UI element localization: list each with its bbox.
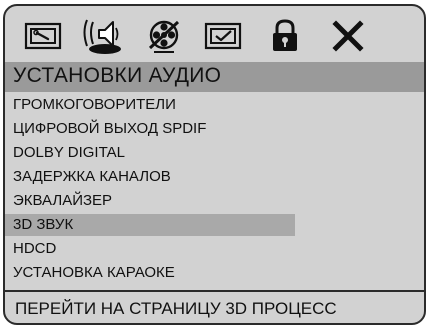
menu-item-equalizer[interactable]: ЭКВАЛАЙЗЕР bbox=[5, 190, 295, 212]
menu-item-dolby-digital[interactable]: DOLBY DIGITAL bbox=[5, 142, 295, 164]
menu-item-karaoke-setup[interactable]: УСТАНОВКА КАРАОКЕ bbox=[5, 262, 295, 284]
toolbar bbox=[5, 6, 424, 64]
status-hint: ПЕРЕЙТИ НА СТРАНИЦУ 3D ПРОЦЕСС bbox=[15, 299, 337, 318]
video-setup-icon[interactable] bbox=[139, 16, 189, 56]
page-title-bar: УСТАНОВКИ АУДИО bbox=[5, 62, 424, 92]
setup-menu-window: УСТАНОВКИ АУДИО ГРОМКОГОВОРИТЕЛИ ЦИФРОВО… bbox=[3, 4, 426, 325]
general-setup-icon[interactable] bbox=[19, 16, 69, 56]
menu-item-speakers[interactable]: ГРОМКОГОВОРИТЕЛИ bbox=[5, 94, 295, 116]
divider bbox=[5, 290, 424, 292]
page-title: УСТАНОВКИ АУДИО bbox=[13, 64, 222, 87]
menu-item-spdif-output[interactable]: ЦИФРОВОЙ ВЫХОД SPDIF bbox=[5, 118, 295, 140]
menu-item-channel-delay[interactable]: ЗАДЕРЖКА КАНАЛОВ bbox=[5, 166, 295, 188]
audio-setup-icon[interactable] bbox=[78, 16, 128, 56]
menu-item-3d-sound[interactable]: 3D ЗВУК bbox=[5, 214, 295, 236]
menu-item-hdcd[interactable]: HDCD bbox=[5, 238, 295, 260]
exit-icon[interactable] bbox=[323, 16, 373, 56]
preferences-icon[interactable] bbox=[199, 16, 249, 56]
password-lock-icon[interactable] bbox=[260, 16, 310, 56]
